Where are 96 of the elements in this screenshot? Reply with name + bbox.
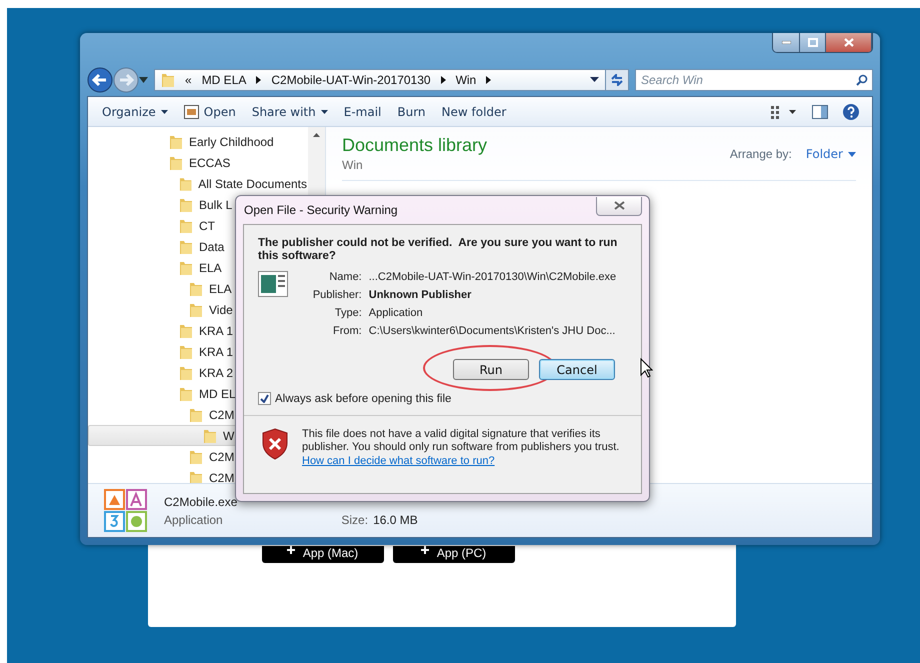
- refresh-button[interactable]: [605, 68, 629, 90]
- forward-button[interactable]: [113, 66, 139, 92]
- back-button[interactable]: [87, 66, 113, 92]
- refresh-icon: [610, 74, 624, 86]
- field-label: From:: [332, 325, 362, 337]
- shield-icon: [262, 428, 288, 460]
- plus-icon: [286, 546, 295, 554]
- view-icon[interactable]: [770, 104, 798, 118]
- folder-icon: [189, 406, 203, 422]
- field-label: Type:: [334, 307, 362, 319]
- field-value: C:\Users\kwinter6\Documents\Kristen's JHU Doc...: [368, 325, 616, 337]
- folder-icon: [189, 302, 203, 318]
- field-value: ...C2Mobile-UAT-Win-20170130\Win\C2Mobile.exe: [368, 271, 618, 283]
- caret-icon: [320, 110, 328, 114]
- dialog-button[interactable]: Cancel: [539, 359, 615, 380]
- close-button[interactable]: [596, 196, 642, 216]
- tree-item[interactable]: KRA 1: [88, 320, 308, 341]
- checkbox[interactable]: [258, 392, 271, 405]
- breadcrumb-item[interactable]: MD ELA: [202, 72, 246, 86]
- caret-icon: [848, 152, 856, 156]
- toolbar-button[interactable]: Open: [180, 100, 248, 122]
- address-bar[interactable]: « MD ELA C2Mobile-UAT-Win-20170130 Win: [154, 68, 606, 90]
- tree-item[interactable]: KRA 2: [88, 362, 308, 383]
- close-button[interactable]: [826, 33, 872, 52]
- checkbox-label[interactable]: Always ask before opening this file: [275, 392, 452, 404]
- dialog-title: Open File - Security Warning: [244, 203, 398, 217]
- library-title: Documents library: [342, 135, 488, 156]
- close-icon: [844, 38, 854, 47]
- arrange-label: Arrange by:: [730, 147, 792, 161]
- chevron-icon: [256, 76, 262, 84]
- help-icon[interactable]: [842, 102, 860, 120]
- file-name: C2Mobile.exe: [164, 494, 238, 508]
- arrange-dropdown[interactable]: Folder: [806, 147, 856, 161]
- cursor-icon: [640, 358, 653, 378]
- help-link[interactable]: How can I decide what software to run?: [302, 455, 495, 468]
- tree-item[interactable]: Vide: [88, 299, 308, 320]
- toolbar-button[interactable]: Share with: [248, 100, 340, 122]
- tree-item[interactable]: Early Childhood: [88, 131, 308, 152]
- folder-icon: [169, 134, 183, 150]
- breadcrumb-item[interactable]: Win: [456, 72, 476, 86]
- folder-icon: [161, 72, 175, 88]
- download-button[interactable]: App (Mac): [262, 546, 384, 563]
- breadcrumb-item[interactable]: «: [185, 72, 192, 86]
- arrow-up-icon: [313, 133, 320, 137]
- folder-icon: [179, 176, 192, 192]
- plus-icon: [420, 546, 429, 554]
- size-label: Size:: [341, 512, 368, 526]
- chevron-icon: [486, 76, 492, 84]
- field-value: Unknown Publisher: [368, 289, 472, 301]
- folder-icon: [179, 218, 193, 234]
- toolbar-button[interactable]: E-mail: [340, 100, 394, 122]
- dialog-button[interactable]: Run: [453, 359, 529, 380]
- caret-icon: [590, 77, 599, 82]
- toolbar-button[interactable]: New folder: [438, 100, 518, 122]
- folder-icon: [179, 238, 193, 254]
- search-field[interactable]: Search Win: [635, 68, 873, 90]
- program-icon: [184, 104, 199, 118]
- toolbar-button[interactable]: Organize: [98, 100, 180, 122]
- download-button[interactable]: App (PC): [392, 546, 514, 563]
- maximize-icon: [808, 38, 818, 47]
- field-label: Name:: [328, 271, 362, 283]
- program-icon: [258, 271, 288, 297]
- caret-icon[interactable]: [139, 76, 148, 82]
- search-icon: [856, 74, 868, 86]
- folder-icon: [203, 428, 217, 444]
- warning-heading: The publisher could not be verified. Are you sure you want to run this software?: [258, 237, 618, 263]
- minimize-button[interactable]: [773, 33, 800, 52]
- breadcrumb-item[interactable]: C2Mobile-UAT-Win-20170130: [271, 72, 431, 86]
- tree-item[interactable]: ECCAS: [88, 152, 308, 173]
- folder-icon: [189, 280, 203, 296]
- tree-item[interactable]: ELA: [88, 278, 308, 299]
- tree-item[interactable]: All State Documents: [88, 173, 308, 194]
- app-icon: [104, 488, 148, 532]
- folder-icon: [179, 322, 193, 338]
- folder-icon: [189, 448, 203, 464]
- chevron-icon: [440, 76, 446, 84]
- tree-item[interactable]: C2M: [88, 404, 308, 425]
- folder-icon: [179, 344, 193, 360]
- field-label: Publisher:: [312, 289, 362, 301]
- file-type: Application: [164, 512, 224, 526]
- toolbar-button[interactable]: Burn: [393, 100, 438, 122]
- folder-icon: [179, 364, 193, 380]
- preview-pane-icon[interactable]: [812, 104, 828, 118]
- folder-icon: [179, 260, 193, 276]
- maximize-button[interactable]: [800, 33, 826, 52]
- folder-icon: [179, 196, 193, 212]
- minimize-icon: [782, 41, 790, 44]
- caret-icon: [160, 110, 168, 114]
- tree-item[interactable]: KRA 1: [88, 341, 308, 362]
- library-subtitle: Win: [342, 158, 364, 172]
- close-icon: [614, 201, 624, 210]
- folder-icon: [169, 154, 183, 170]
- folder-icon: [179, 386, 193, 402]
- size-value: 16.0 MB: [373, 512, 418, 526]
- field-value: Application: [368, 307, 424, 319]
- folder-icon: [189, 470, 203, 483]
